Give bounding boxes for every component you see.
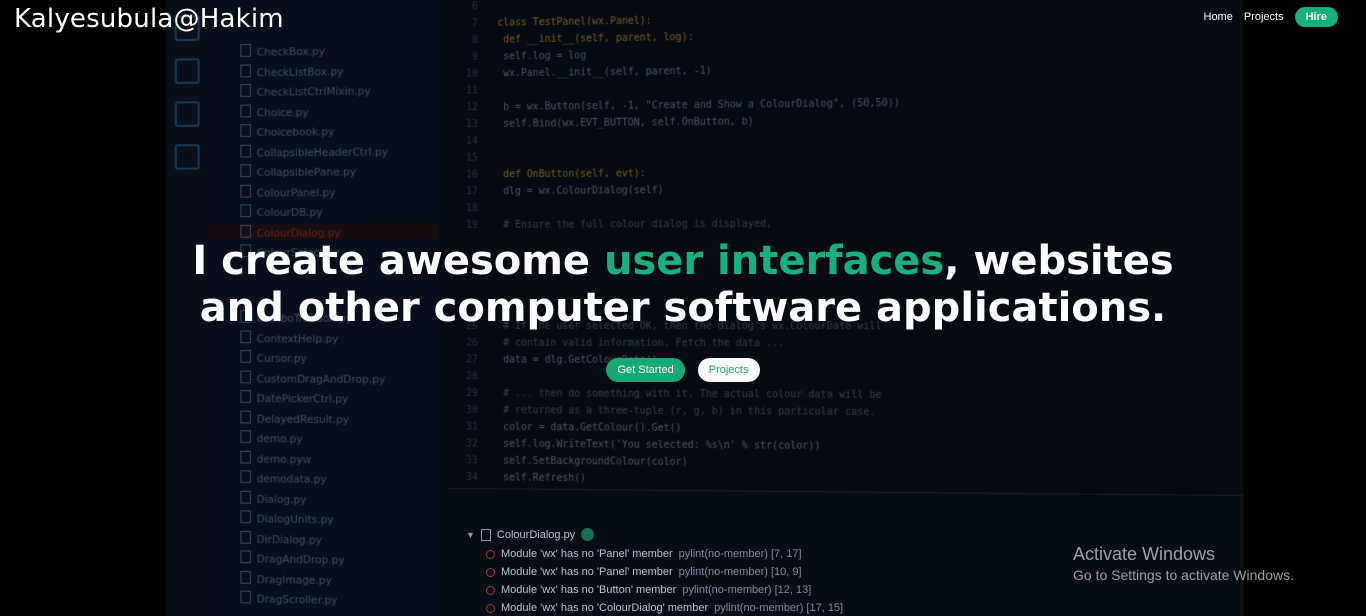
code-line: 18 — [466, 203, 478, 215]
extensions-icon — [174, 144, 200, 170]
file-tree-item: ContextHelp.py — [240, 330, 339, 345]
file-tree-item: ColourPanel.py — [240, 184, 336, 199]
watermark-title: Activate Windows — [1073, 544, 1216, 564]
projects-button[interactable]: Projects — [697, 358, 760, 382]
problem-row: Module 'wx' has no 'Panel' member pylint(… — [486, 566, 802, 578]
code-line: 32 self.log.WriteText('You selected: %s\… — [466, 438, 821, 452]
code-line: 15 — [466, 152, 478, 164]
file-tree-item: demodata.py — [240, 470, 327, 485]
code-line: 14 — [466, 135, 478, 147]
code-line: 16 def OnButton(self, evt): — [466, 168, 646, 181]
file-tree-item: demo.py — [240, 430, 303, 445]
hero-text-part2: , websites — [944, 238, 1174, 284]
code-line: 30 # returned as a three-tuple (r, g, b)… — [466, 404, 876, 418]
get-started-button[interactable]: Get Started — [606, 358, 685, 382]
code-line: 8 def __init__(self, parent, log): — [471, 31, 694, 46]
file-tree-item: DatePickerCtrl.py — [240, 390, 349, 405]
code-line: 7 class TestPanel(wx.Panel): — [471, 15, 652, 30]
problem-row: Module 'wx' has no 'ColourDialog' member… — [486, 602, 843, 614]
code-line: 34 self.Refresh() — [466, 472, 587, 485]
file-tree-item: Choice.py — [240, 104, 309, 119]
file-tree-item: DragImage.py — [240, 571, 332, 587]
file-tree-item: DelayedResult.py — [240, 410, 349, 425]
code-line: 17 dlg = wx.ColourDialog(self) — [466, 185, 664, 198]
file-tree-item: ColourDialog.py — [240, 224, 341, 239]
problems-file-name: ColourDialog.py — [496, 528, 576, 541]
file-tree-item: CheckListCtrlMixin.py — [240, 83, 371, 99]
file-tree-item: Dialog.py — [240, 490, 307, 505]
file-tree-item: DialogUnits.py — [240, 510, 334, 527]
hero-heading: I create awesome user interfaces, websit… — [0, 238, 1366, 332]
hero-highlight: user interfaces — [603, 238, 945, 284]
file-icon — [480, 528, 491, 541]
file-tree-item: CollapsiblePane.py — [240, 163, 356, 179]
hire-button[interactable]: Hire — [1294, 7, 1338, 27]
error-icon — [486, 549, 495, 559]
file-tree-item: CheckListBox.py — [240, 63, 344, 79]
nav-home-link[interactable]: Home — [1204, 11, 1233, 23]
code-line: 9 self.log = log — [471, 50, 587, 63]
file-tree-item: Choicebook.py — [240, 123, 335, 139]
code-line: 33 self.SetBackgroundColour(color) — [466, 455, 688, 468]
hero-text-line2: and other computer software applications… — [199, 285, 1167, 331]
activate-windows-watermark: Activate Windows Go to Settings to activ… — [1073, 544, 1294, 583]
file-tree-item: DirDialog.py — [240, 530, 322, 547]
chevron-down-icon: ▼ — [466, 529, 475, 540]
file-tree-item: CollapsibleHeaderCtrl.py — [240, 143, 388, 159]
top-nav: Home Projects Hire — [1204, 7, 1338, 27]
code-line: 19 # Ensure the full colour dialog is di… — [466, 218, 773, 231]
error-icon — [486, 603, 495, 613]
code-line: 10 wx.Panel.__init__(self, parent, -1) — [466, 65, 712, 80]
error-icon — [486, 585, 495, 595]
cta-group: Get Started Projects — [0, 358, 1366, 382]
code-line: 29 # ... then do something with it. The … — [466, 388, 882, 401]
code-line: 31 color = data.GetColour().Get() — [466, 421, 682, 434]
code-line: 11 — [466, 85, 478, 97]
problem-count-badge — [581, 528, 595, 541]
code-line: 13 self.Bind(wx.EVT_BUTTON, self.OnButto… — [466, 116, 754, 131]
file-tree-item: demo.pyw — [240, 450, 312, 465]
code-line: 6 — [471, 1, 478, 13]
problem-row: Module 'wx' has no 'Button' member pylint… — [486, 584, 811, 596]
brand-logo-text[interactable]: Kalyesubula@Hakim — [14, 4, 284, 34]
hero-text-part1: I create awesome — [192, 238, 604, 284]
watermark-subtitle: Go to Settings to activate Windows. — [1073, 567, 1294, 583]
file-tree-item: DragScroller.py — [240, 591, 338, 607]
file-tree-item: CheckBox.py — [240, 43, 325, 59]
code-line: 12 b = wx.Button(self, -1, "Create and S… — [466, 97, 901, 114]
error-icon — [486, 567, 495, 577]
portfolio-page: CheckBox.py CheckListBox.py CheckListCtrlM… — [0, 0, 1366, 616]
source-control-icon — [174, 101, 200, 127]
problems-file-row: ▼ ColourDialog.py — [466, 528, 595, 541]
search-icon — [174, 58, 200, 84]
code-line: 26 # contain valid information. Fetch th… — [466, 337, 785, 350]
nav-projects-link[interactable]: Projects — [1244, 11, 1284, 23]
file-tree-item: DragAndDrop.py — [240, 550, 345, 567]
file-tree-item: ColourDB.py — [240, 204, 323, 219]
problem-row: Module 'wx' has no 'Panel' member pylint(… — [486, 548, 802, 560]
